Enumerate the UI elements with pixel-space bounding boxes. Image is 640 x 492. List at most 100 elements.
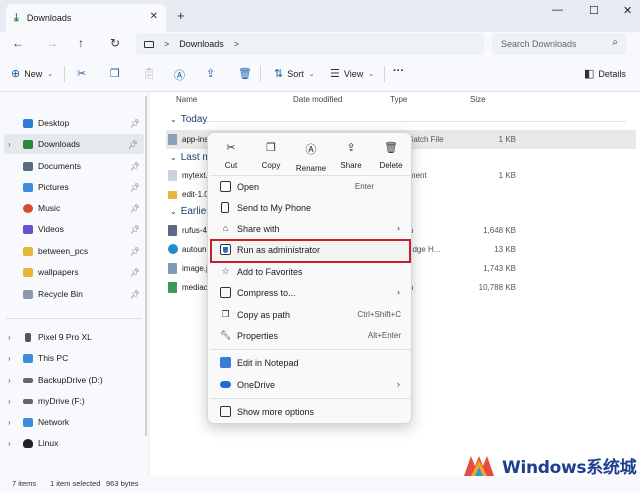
back-arrow-icon[interactable]: ←: [12, 36, 24, 50]
details-button[interactable]: ◧ Details: [584, 67, 626, 80]
new-tab-button[interactable]: +: [177, 8, 185, 23]
menu-item-label: Share with: [237, 224, 280, 234]
sidebar-item-label: between_pcs: [38, 246, 89, 256]
column-header-date[interactable]: Date modified: [293, 95, 342, 104]
share-with-icon: ⌂: [222, 223, 229, 233]
file-size: 1 KB: [498, 135, 516, 144]
sidebar-item-this-pc[interactable]: › This PC: [0, 348, 146, 368]
menu-item-share-with[interactable]: ⌂ Share with ›: [211, 219, 410, 239]
text-file-icon: [168, 170, 177, 181]
chevron-right-icon[interactable]: ›: [8, 397, 11, 406]
forward-arrow-icon[interactable]: →: [46, 36, 58, 50]
group-today[interactable]: ⌄ Today: [170, 114, 207, 125]
column-header-type[interactable]: Type: [390, 95, 407, 104]
rename-icon[interactable]: Ⓐ: [174, 67, 185, 83]
menu-item-label: Properties: [237, 331, 279, 341]
maximize-button[interactable]: ☐: [589, 4, 599, 17]
delete-icon[interactable]: 🗑︎: [238, 67, 252, 80]
sidebar-item-downloads[interactable]: › Downloads 📌︎: [4, 134, 144, 154]
rename-label: Rename: [295, 164, 327, 173]
sidebar-item-between-pcs[interactable]: between_pcs 📌︎: [0, 241, 146, 261]
file-name: rufus-4: [182, 226, 207, 235]
up-arrow-icon[interactable]: ↑: [78, 36, 84, 50]
sidebar-item-documents[interactable]: Documents 📌︎: [0, 156, 146, 176]
column-header-name[interactable]: Name: [176, 95, 197, 104]
menu-item-onedrive[interactable]: OneDrive ›: [211, 375, 410, 395]
sidebar-item-desktop[interactable]: Desktop 📌︎: [0, 113, 146, 133]
chevron-right-icon[interactable]: ›: [8, 418, 11, 427]
delete-icon: 🗑︎: [384, 142, 398, 154]
divider: [260, 66, 261, 82]
new-button[interactable]: ⊕ New ⌄: [11, 67, 53, 80]
address-bar[interactable]: > Downloads >: [136, 33, 484, 55]
breadcrumb-downloads[interactable]: Downloads: [179, 39, 224, 49]
sidebar-item-wallpapers[interactable]: wallpapers 📌︎: [0, 262, 146, 282]
divider: [210, 349, 411, 350]
paste-icon[interactable]: 📋︎: [142, 67, 156, 80]
menu-item-edit-in-notepad[interactable]: Edit in Notepad: [211, 353, 410, 373]
chevron-right-icon[interactable]: ›: [8, 354, 11, 363]
shortcut-label: Ctrl+Shift+C: [357, 310, 401, 319]
notepad-icon: [220, 357, 231, 368]
sidebar-item-network[interactable]: › Network: [0, 412, 146, 432]
copy-icon[interactable]: ❐: [110, 67, 120, 80]
plus-circle-icon: ⊕: [11, 68, 21, 80]
chevron-down-icon: ⌄: [170, 207, 177, 216]
refresh-icon[interactable]: ↻: [110, 36, 120, 50]
search-input[interactable]: Search Downloads ⌕: [492, 33, 626, 55]
chevron-right-icon[interactable]: ›: [8, 439, 11, 448]
batch-file-icon: [168, 134, 177, 145]
menu-item-properties[interactable]: 🔧︎ Properties Alt+Enter: [211, 326, 410, 346]
more-options-button[interactable]: ···: [393, 65, 404, 77]
tab-close-icon[interactable]: ✕: [150, 11, 158, 22]
file-name: mytext.: [182, 171, 208, 180]
menu-item-open[interactable]: Open Enter: [211, 177, 410, 197]
sort-button[interactable]: ⇅ Sort ⌄: [274, 67, 315, 80]
sidebar-item-videos[interactable]: Videos 📌︎: [0, 219, 146, 239]
menu-item-run-as-administrator[interactable]: Run as administrator: [210, 239, 411, 263]
sidebar-scrollbar[interactable]: [145, 96, 147, 436]
details-label: Details: [598, 68, 626, 79]
image-file-icon: [168, 263, 177, 274]
minimize-button[interactable]: —: [552, 4, 563, 16]
sidebar-item-mydrive[interactable]: › myDrive (F:): [0, 391, 146, 411]
open-window-icon: [220, 181, 231, 192]
menu-item-compress-to[interactable]: Compress to... ›: [211, 283, 410, 303]
sidebar-item-pictures[interactable]: Pictures 📌︎: [0, 177, 146, 197]
rename-button[interactable]: Ⓐ Rename: [292, 141, 330, 173]
menu-item-show-more-options[interactable]: Show more options: [211, 402, 410, 422]
cut-button[interactable]: ✂ Cut: [212, 141, 250, 170]
tab-downloads[interactable]: ⤓ Downloads ✕: [6, 4, 166, 32]
view-button[interactable]: ☰ View ⌄: [330, 67, 374, 80]
share-icon[interactable]: ⇪: [206, 67, 215, 80]
pin-icon: 📌︎: [129, 224, 140, 234]
context-menu: ✂ Cut ❐ Copy Ⓐ Rename ⇪ Share 🗑︎ Delete …: [207, 132, 412, 424]
copy-button[interactable]: ❐ Copy: [252, 141, 290, 170]
chevron-down-icon: ⌄: [308, 70, 315, 78]
close-window-button[interactable]: ✕: [623, 4, 632, 17]
cut-icon[interactable]: ✂: [77, 67, 86, 80]
menu-item-label: Copy as path: [237, 310, 291, 320]
more-options-icon: [220, 406, 231, 417]
delete-button[interactable]: 🗑︎ Delete: [372, 141, 410, 170]
chevron-right-icon[interactable]: ›: [8, 333, 11, 342]
menu-item-send-to-phone[interactable]: Send to My Phone: [211, 198, 410, 218]
pin-icon: 📌︎: [129, 246, 140, 256]
menu-item-add-to-favorites[interactable]: ☆ Add to Favorites: [211, 262, 410, 282]
watermark-text: Windows系统城: [502, 457, 637, 478]
divider: [6, 318, 142, 319]
column-header-size[interactable]: Size: [470, 95, 486, 104]
chevron-right-icon[interactable]: ›: [8, 140, 11, 149]
divider: [210, 398, 411, 399]
share-button[interactable]: ⇪ Share: [332, 141, 370, 170]
sidebar-item-linux[interactable]: › Linux: [0, 433, 146, 453]
sidebar-item-recycle-bin[interactable]: Recycle Bin 📌︎: [0, 284, 146, 304]
menu-item-copy-as-path[interactable]: ❐ Copy as path Ctrl+Shift+C: [211, 305, 410, 325]
menu-item-label: Open: [237, 182, 260, 192]
recycle-bin-icon: [23, 289, 33, 299]
sidebar-item-backupdrive[interactable]: › BackupDrive (D:): [0, 370, 146, 390]
sidebar-item-music[interactable]: Music 📌︎: [0, 198, 146, 218]
chevron-right-icon[interactable]: ›: [8, 376, 11, 385]
sidebar-item-label: BackupDrive (D:): [38, 375, 103, 385]
sidebar-item-pixel-9-pro-xl[interactable]: › Pixel 9 Pro XL: [0, 327, 146, 347]
